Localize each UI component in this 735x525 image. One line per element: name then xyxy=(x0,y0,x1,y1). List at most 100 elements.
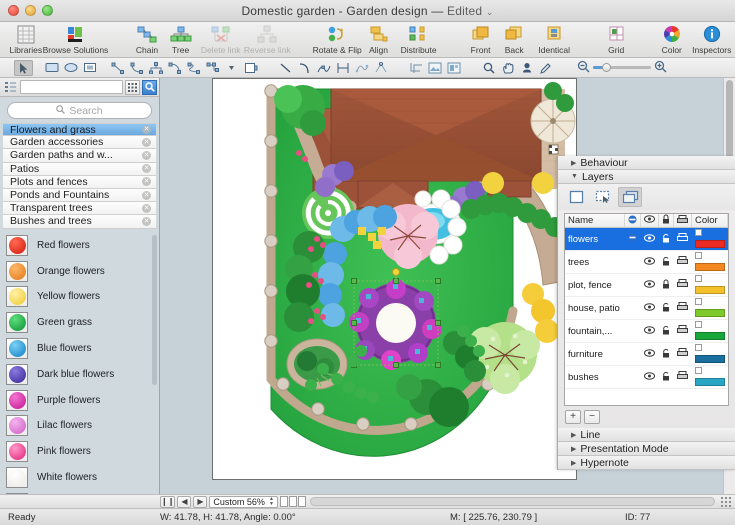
list-item[interactable]: Blue flowers xyxy=(0,336,159,362)
document-canvas[interactable] xyxy=(212,78,577,480)
layer-print-toggle[interactable] xyxy=(673,342,692,366)
chevron-down-icon[interactable]: ⌄ xyxy=(486,7,494,17)
outline-view-icon[interactable] xyxy=(2,80,18,95)
list-item[interactable]: Green grass 2 xyxy=(0,490,159,494)
hand-tool[interactable] xyxy=(498,60,517,76)
layer-color-cell[interactable] xyxy=(691,296,728,320)
single-layer-icon[interactable] xyxy=(564,187,588,207)
list-item[interactable]: Yellow flowers xyxy=(0,284,159,310)
layer-active-toggle[interactable] xyxy=(624,227,641,251)
layer-visible-toggle[interactable] xyxy=(640,227,659,251)
close-button[interactable] xyxy=(8,5,19,16)
zoom-level-select[interactable]: Custom 56% ▲ ▼ xyxy=(209,495,278,508)
layer-visible-toggle[interactable] xyxy=(640,319,659,343)
section-line[interactable]: ▶ Line xyxy=(558,428,735,442)
layers-table-container[interactable]: Name Color flowers trees plot, fence hou… xyxy=(564,213,729,406)
layer-active-toggle[interactable] xyxy=(624,273,641,297)
shape-list-scrollbar[interactable] xyxy=(152,234,157,385)
sidebar-item-ponds-and-fountains[interactable]: Ponds and Fountains ✕ xyxy=(3,188,156,203)
sidebar-item-transparent-trees[interactable]: Transparent trees ✕ xyxy=(3,202,156,216)
layer-color-cell[interactable] xyxy=(691,365,728,389)
layer-print-toggle[interactable] xyxy=(673,319,692,343)
layer-color-checkbox[interactable] xyxy=(694,252,702,259)
layer-lock-toggle[interactable] xyxy=(658,296,674,320)
toolbar-button-back[interactable]: Back xyxy=(497,23,531,55)
list-item[interactable]: Orange flowers xyxy=(0,258,159,284)
multi-page-view-button[interactable] xyxy=(297,496,306,507)
crop-tool[interactable] xyxy=(406,60,425,76)
section-layers[interactable]: ▼ Layers xyxy=(558,170,735,184)
close-icon[interactable]: ✕ xyxy=(142,164,151,174)
close-icon[interactable]: ✕ xyxy=(142,150,151,160)
section-hypernote[interactable]: ▶ Hypernote xyxy=(558,456,735,470)
line-tool[interactable] xyxy=(276,60,295,76)
list-item[interactable]: White flowers xyxy=(0,465,159,491)
layer-active-toggle[interactable] xyxy=(624,342,641,366)
horizontal-scrollbar[interactable] xyxy=(309,497,715,506)
search-input[interactable]: Search xyxy=(7,102,152,119)
pointer-tool[interactable] xyxy=(14,59,33,76)
layer-print-toggle[interactable] xyxy=(673,227,692,251)
toolbar-button-grid[interactable]: Grid xyxy=(599,23,633,55)
layer-color-checkbox[interactable] xyxy=(694,344,702,351)
layer-lock-toggle[interactable] xyxy=(658,319,674,343)
layer-color-checkbox[interactable] xyxy=(694,275,702,282)
double-page-view-button[interactable] xyxy=(288,496,297,507)
layer-color-checkbox[interactable] xyxy=(694,321,702,328)
zoom-slider-knob[interactable] xyxy=(602,62,611,72)
toolbar-button-identical[interactable]: Identical xyxy=(531,23,578,55)
rounded-rect-tool[interactable] xyxy=(80,60,99,76)
layer-active-toggle[interactable] xyxy=(624,365,641,389)
layer-visible-toggle[interactable] xyxy=(640,365,659,389)
list-item[interactable]: Dark blue flowers xyxy=(0,361,159,387)
multi-layer-icon[interactable] xyxy=(618,187,642,207)
sidebar-item-bushes-and-trees[interactable]: Bushes and trees ✕ xyxy=(3,215,156,229)
polyline-tool[interactable] xyxy=(314,60,333,76)
toolbar-button-distribute[interactable]: Distribute xyxy=(395,23,442,55)
connector-dropdown[interactable] xyxy=(222,60,241,76)
layer-visible-toggle[interactable] xyxy=(640,342,659,366)
table-row[interactable]: flowers xyxy=(565,227,728,251)
pause-button[interactable]: ❙❙ xyxy=(160,495,176,508)
next-page-button[interactable]: ▶ xyxy=(193,495,208,508)
sidebar-item-flowers-and-grass[interactable]: Flowers and grass ✕ xyxy=(3,123,156,137)
layer-print-toggle[interactable] xyxy=(673,296,692,320)
table-row[interactable]: bushes xyxy=(565,365,728,389)
toolbar-button-browse-solutions[interactable]: Browse Solutions xyxy=(43,23,108,55)
select-layer-icon[interactable] xyxy=(591,187,615,207)
close-icon[interactable]: ✕ xyxy=(142,203,151,213)
close-icon[interactable]: ✕ xyxy=(142,177,151,187)
toolbar-button-libraries[interactable]: Libraries xyxy=(9,23,43,55)
layer-color-cell[interactable] xyxy=(691,250,728,274)
zoom-slider-group[interactable] xyxy=(577,60,667,76)
toolbar-button-chain[interactable]: Chain xyxy=(130,23,164,55)
callout-tool[interactable] xyxy=(241,60,260,76)
zoom-slider[interactable] xyxy=(593,62,651,72)
toolbar-button-delete-link[interactable]: Delete link xyxy=(197,23,244,55)
list-item[interactable]: Green grass xyxy=(0,310,159,336)
toolbar-button-tree[interactable]: Tree xyxy=(164,23,198,55)
arc-tool[interactable] xyxy=(295,60,314,76)
layer-color-cell[interactable] xyxy=(691,273,728,297)
library-path-field[interactable] xyxy=(20,80,123,94)
close-icon[interactable]: ✕ xyxy=(142,125,151,135)
table-row[interactable]: house, patio xyxy=(565,296,728,320)
toolbar-button-reverse-link[interactable]: Reverse link xyxy=(244,23,291,55)
eyedropper-tool[interactable] xyxy=(536,60,555,76)
line-connector-tool[interactable] xyxy=(108,60,127,76)
ellipse-tool[interactable] xyxy=(61,60,80,76)
layer-color-cell[interactable] xyxy=(691,319,728,343)
toolbar-button-inspectors[interactable]: Inspectors xyxy=(689,23,735,55)
toolbar-button-align[interactable]: Align xyxy=(362,23,396,55)
search-view-icon[interactable] xyxy=(142,79,157,95)
stamp-tool[interactable] xyxy=(517,60,536,76)
table-row[interactable]: furniture xyxy=(565,342,728,366)
sidebar-item-patios[interactable]: Patios ✕ xyxy=(3,162,156,176)
arc-connector-tool[interactable] xyxy=(165,60,184,76)
toolbar-button-front[interactable]: Front xyxy=(464,23,498,55)
layer-print-toggle[interactable] xyxy=(673,365,692,389)
dimension-tool[interactable] xyxy=(333,60,352,76)
layer-visible-toggle[interactable] xyxy=(640,273,659,297)
list-item[interactable]: Pink flowers xyxy=(0,439,159,465)
close-icon[interactable]: ✕ xyxy=(142,190,151,200)
